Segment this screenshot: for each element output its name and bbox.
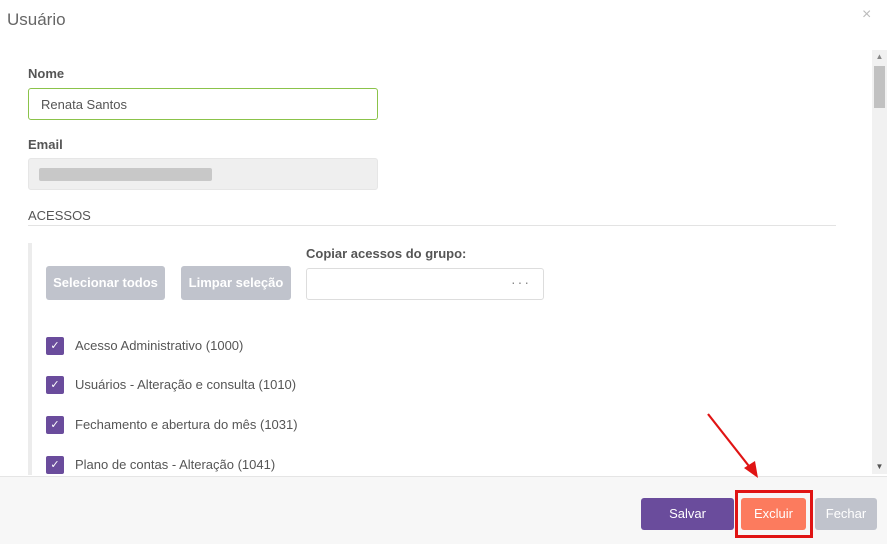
check-icon[interactable]: ✓ xyxy=(46,456,64,474)
check-icon[interactable]: ✓ xyxy=(46,416,64,434)
email-redacted-value xyxy=(39,168,212,181)
access-item-label: Plano de contas - Alteração (1041) xyxy=(75,457,276,472)
section-divider xyxy=(28,225,836,226)
access-item-label: Usuários - Alteração e consulta (1010) xyxy=(75,377,297,392)
user-modal: Usuário × Nome Email ACESSOS Selecionar … xyxy=(0,0,887,544)
copy-group-select[interactable]: ··· xyxy=(306,268,544,300)
modal-title: Usuário xyxy=(7,10,66,29)
email-field[interactable] xyxy=(28,158,378,190)
access-item-label: Fechamento e abertura do mês (1031) xyxy=(75,417,298,432)
close-icon[interactable]: × xyxy=(862,7,871,23)
annotation-highlight-box xyxy=(735,490,813,538)
check-icon[interactable]: ✓ xyxy=(46,337,64,355)
name-input[interactable] xyxy=(28,88,378,120)
scroll-down-arrow-icon[interactable]: ▼ xyxy=(872,460,887,474)
save-button[interactable]: Salvar xyxy=(641,498,734,530)
clear-selection-button[interactable]: Limpar seleção xyxy=(181,266,291,300)
scroll-thumb[interactable] xyxy=(874,66,885,108)
annotation-arrow-icon xyxy=(707,413,758,478)
copy-group-label: Copiar acessos do grupo: xyxy=(306,246,467,261)
check-icon[interactable]: ✓ xyxy=(46,376,64,394)
select-all-button[interactable]: Selecionar todos xyxy=(46,266,165,300)
name-label: Nome xyxy=(28,66,65,81)
scroll-up-arrow-icon[interactable]: ▲ xyxy=(872,50,887,64)
access-item-label: Acesso Administrativo (1000) xyxy=(75,338,244,353)
close-button[interactable]: Fechar xyxy=(815,498,877,530)
email-label: Email xyxy=(28,137,63,152)
modal-scrollbar[interactable]: ▲ ▼ xyxy=(872,50,887,474)
more-dots-icon: ··· xyxy=(511,274,531,290)
accesses-section-title: ACESSOS xyxy=(28,208,91,223)
